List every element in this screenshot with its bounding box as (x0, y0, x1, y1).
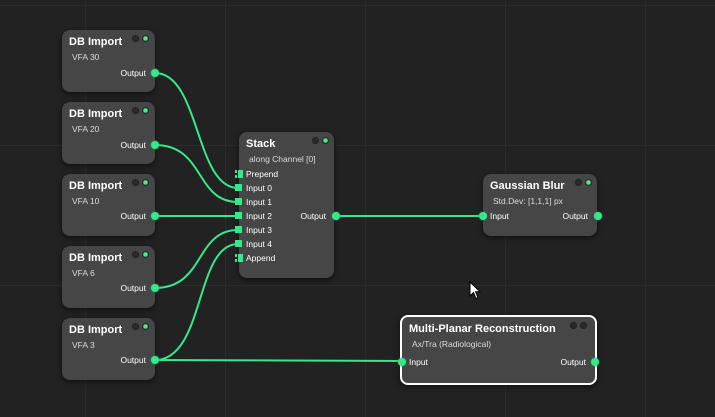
input-port-0[interactable] (235, 184, 242, 191)
wire-vfa20-stack-input1 (154, 144, 239, 203)
input-label-4: Input 4 (246, 239, 272, 249)
status-led-icon (570, 322, 577, 329)
node-db-import-vfa3[interactable]: DB Import VFA 3 Output (62, 318, 159, 380)
output-port[interactable] (151, 69, 159, 77)
node-db-import-vfa6[interactable]: DB Import VFA 6 Output (62, 246, 159, 308)
output-label: Output (562, 211, 588, 221)
input-label-1: Input 1 (246, 197, 272, 207)
node-subtitle: Std.Dev: [1,1,1] px (493, 196, 563, 206)
node-title: DB Import (69, 108, 123, 120)
output-port[interactable] (591, 358, 599, 366)
input-label-0: Input 0 (246, 183, 272, 193)
input-port-3[interactable] (235, 226, 242, 233)
append-port[interactable] (235, 254, 243, 262)
input-label-2: Input 2 (246, 211, 272, 221)
node-db-import-vfa30[interactable]: DB Import VFA 30 Output (62, 30, 159, 92)
node-multi-planar-reconstruction[interactable]: Multi-Planar Reconstruction Ax/Tra (Radi… (398, 315, 599, 385)
node-db-import-vfa10[interactable]: DB Import VFA 10 Output (62, 174, 159, 236)
output-label: Output (120, 68, 146, 78)
input-port[interactable] (398, 358, 406, 366)
input-label-append: Append (246, 253, 276, 263)
status-led-icon (322, 137, 329, 144)
input-port-1[interactable] (235, 198, 242, 205)
output-label: Output (120, 283, 146, 293)
status-led-icon (132, 179, 139, 186)
input-label: Input (490, 211, 509, 221)
output-label: Output (120, 211, 146, 221)
output-label: Output (300, 211, 326, 221)
node-db-import-vfa20[interactable]: DB Import VFA 20 Output (62, 102, 159, 164)
output-port[interactable] (594, 212, 602, 220)
node-title: Stack (246, 138, 276, 150)
input-label-3: Input 3 (246, 225, 272, 235)
wire-vfa3-mpr (154, 359, 403, 362)
node-gaussian-blur[interactable]: Gaussian Blur Std.Dev: [1,1,1] px Input … (479, 174, 602, 236)
status-led-icon (142, 251, 149, 258)
status-led-icon (132, 323, 139, 330)
output-port[interactable] (151, 212, 159, 220)
input-label: Input (409, 357, 428, 367)
output-port[interactable] (151, 284, 159, 292)
node-title: Multi-Planar Reconstruction (409, 323, 556, 335)
output-label: Output (120, 355, 146, 365)
input-label-prepend: Prepend (246, 169, 279, 179)
status-led-icon (132, 35, 139, 42)
status-led-icon (585, 179, 592, 186)
mouse-pointer-icon (469, 281, 481, 300)
node-title: DB Import (69, 36, 123, 48)
node-title: Gaussian Blur (490, 180, 565, 192)
node-subtitle: VFA 3 (72, 340, 95, 350)
status-led-icon (142, 35, 149, 42)
node-stack[interactable]: Stack along Channel [0] Prepend Input 0 … (235, 132, 340, 278)
node-subtitle: VFA 6 (72, 268, 95, 278)
node-title: DB Import (69, 324, 123, 336)
status-led-icon (142, 179, 149, 186)
node-subtitle: along Channel [0] (249, 154, 316, 164)
status-led-icon (312, 137, 319, 144)
output-port[interactable] (332, 212, 340, 220)
node-title: DB Import (69, 180, 123, 192)
wire-vfa6-stack-input3 (154, 229, 239, 289)
status-led-icon (132, 251, 139, 258)
node-subtitle: VFA 20 (72, 124, 100, 134)
input-port-4[interactable] (235, 240, 242, 247)
status-led-icon (580, 322, 587, 329)
status-led-icon (142, 323, 149, 330)
input-port-2[interactable] (235, 212, 242, 219)
status-led-icon (575, 179, 582, 186)
prepend-port[interactable] (235, 170, 243, 178)
output-port[interactable] (151, 141, 159, 149)
output-label: Output (560, 357, 586, 367)
node-subtitle: VFA 10 (72, 196, 100, 206)
status-led-icon (132, 107, 139, 114)
node-subtitle: Ax/Tra (Radiological) (412, 339, 492, 349)
output-label: Output (120, 140, 146, 150)
node-subtitle: VFA 30 (72, 52, 100, 62)
status-led-icon (142, 107, 149, 114)
output-port[interactable] (151, 356, 159, 364)
node-title: DB Import (69, 252, 123, 264)
input-port[interactable] (479, 212, 487, 220)
